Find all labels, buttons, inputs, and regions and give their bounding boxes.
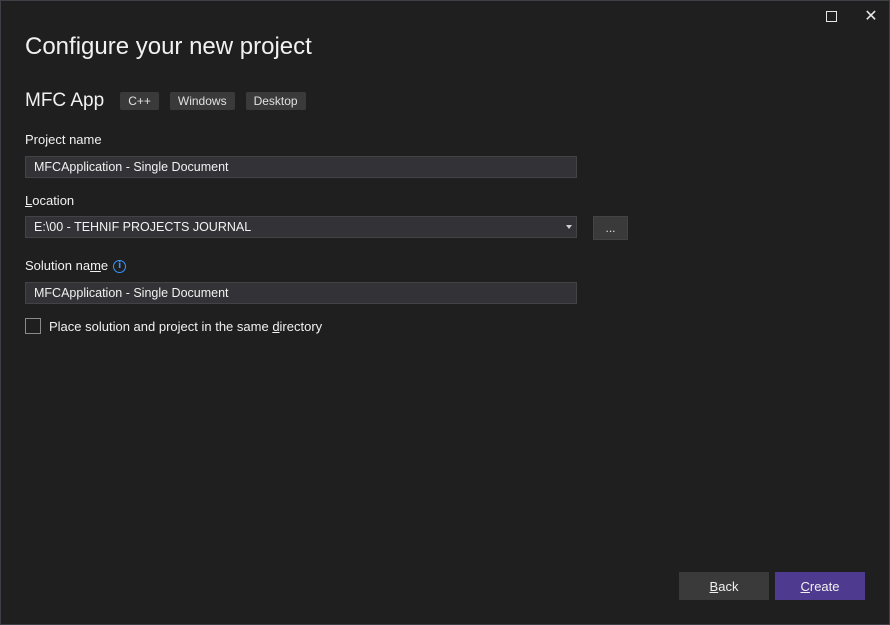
chevron-down-icon[interactable] (566, 225, 572, 229)
template-summary: MFC App C++ Windows Desktop (25, 90, 317, 112)
tag-project-type: Desktop (245, 92, 306, 110)
location-value: E:\00 - TEHNIF PROJECTS JOURNAL (34, 220, 252, 234)
solution-name-label: Solution name i (25, 258, 127, 274)
tag-platform: Windows (169, 92, 235, 110)
configure-project-dialog: ✕ Configure your new project MFC App C++… (0, 0, 890, 625)
page-title: Configure your new project (25, 33, 312, 60)
maximize-button[interactable] (811, 1, 851, 31)
template-name: MFC App (25, 90, 105, 111)
close-icon: ✕ (864, 6, 878, 25)
solution-name-value: MFCApplication - Single Document (34, 286, 229, 300)
back-button[interactable]: Back (679, 572, 769, 600)
same-directory-option[interactable]: Place solution and project in the same d… (25, 318, 322, 334)
browse-label: ... (605, 221, 616, 235)
tag-language: C++ (120, 92, 159, 110)
project-name-input[interactable]: MFCApplication - Single Document (25, 156, 577, 178)
project-name-label: Project name (25, 132, 102, 147)
location-dropdown[interactable]: E:\00 - TEHNIF PROJECTS JOURNAL (25, 216, 577, 238)
maximize-icon (825, 10, 837, 22)
info-icon[interactable]: i (113, 260, 127, 274)
location-label: Location (25, 193, 75, 208)
browse-location-button[interactable]: ... (593, 216, 628, 240)
project-name-value: MFCApplication - Single Document (34, 160, 229, 174)
close-button[interactable]: ✕ (851, 1, 890, 31)
same-directory-label: Place solution and project in the same d… (49, 318, 323, 334)
solution-name-input[interactable]: MFCApplication - Single Document (25, 282, 577, 304)
create-button[interactable]: Create (775, 572, 865, 600)
same-directory-checkbox[interactable] (25, 318, 41, 334)
